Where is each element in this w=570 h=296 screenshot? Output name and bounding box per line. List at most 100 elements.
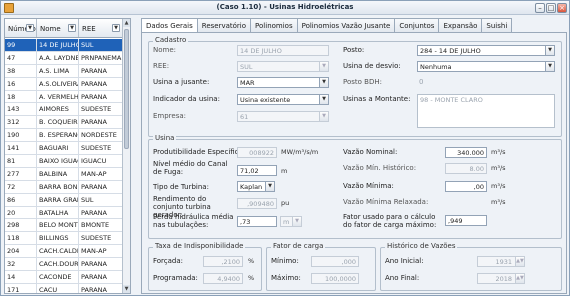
- indisponibilidade-group: Taxa de Indisponibilidade Forçada: ,2100…: [148, 242, 262, 291]
- perda-label: Perda hidráulica média nas tubulações:: [153, 213, 234, 229]
- ano-inicial-spinner[interactable]: 1931 ▲▼: [477, 256, 525, 267]
- column-header-ree[interactable]: REE ▼: [79, 19, 123, 37]
- vazao-relaxada-unit: m³/s: [491, 198, 506, 206]
- minimize-button[interactable]: –: [535, 3, 545, 13]
- sort-icon[interactable]: ▼: [26, 24, 34, 32]
- tab-polinomios-vazao-jusante[interactable]: Polinomios Vazão Jusante: [296, 18, 396, 32]
- vazao-nominal-field[interactable]: 340.000: [445, 147, 487, 158]
- scroll-down-icon[interactable]: ▼: [123, 285, 130, 293]
- table-row[interactable]: 81BAIXO IGUACUIGUACU: [5, 155, 123, 168]
- close-button[interactable]: ×: [557, 3, 567, 13]
- historico-vazoes-group: Histórico de Vazões Ano Inicial: 1931 ▲▼ …: [380, 242, 562, 291]
- table-row[interactable]: 190B. ESPERANCANORDESTE: [5, 129, 123, 143]
- cell-numero: 171: [5, 283, 37, 293]
- vazao-min-hist-field[interactable]: 8.00: [445, 163, 487, 174]
- cell-numero: 16: [5, 77, 37, 90]
- table-row[interactable]: 86BARRA GRAN...SUL: [5, 193, 123, 207]
- cell-nome: 14 DE JULHO: [39, 39, 79, 51]
- cadastro-legend: Cadastro: [153, 36, 189, 44]
- table-row[interactable]: 298 BELO MONTE BMONTE: [5, 219, 123, 233]
- montante-list[interactable]: 98 - MONTE CLARO: [417, 94, 555, 128]
- minimo-field[interactable]: ,000: [311, 256, 359, 267]
- cadastro-group: Cadastro Nome: 14 DE JULHO REE: SUL ▼ Usi…: [148, 36, 562, 137]
- forcada-field[interactable]: ,2100: [203, 256, 243, 267]
- cell-ree: NORDESTE: [79, 129, 123, 142]
- table-row[interactable]: 38 A.S. LIMA PARANA: [5, 64, 123, 78]
- table-row[interactable]: 312B. COQUEIROSPARANA: [5, 116, 123, 130]
- cell-nome: BAGUARI: [37, 142, 79, 155]
- perda-unit-select[interactable]: m ▼: [280, 216, 302, 227]
- maximo-label: Máximo:: [271, 274, 301, 282]
- sort-icon[interactable]: ▼: [68, 24, 76, 32]
- ano-final-spinner[interactable]: 2018 ▲▼: [477, 273, 525, 284]
- programada-field[interactable]: 4,9400: [203, 273, 243, 284]
- spinner-icon[interactable]: ▲▼: [515, 257, 524, 266]
- indisponibilidade-legend: Taxa de Indisponibilidade: [153, 242, 246, 250]
- column-header-numero[interactable]: Número ▼: [5, 19, 37, 37]
- cell-ree: MAN-AP: [79, 245, 123, 258]
- rendimento-field[interactable]: ,909480: [237, 198, 277, 209]
- scroll-up-icon[interactable]: ▲: [123, 19, 130, 27]
- cell-nome: BAIXO IGUACU: [39, 155, 79, 167]
- usinas-table[interactable]: Número ▼ Nome ▼ REE ▼ 99 14 DE JULHO SUL 47 A.A…: [4, 18, 131, 294]
- indicador-select[interactable]: Usina existente ▼: [237, 94, 329, 105]
- ree-select[interactable]: SUL ▼: [237, 61, 329, 72]
- nivel-canal-field[interactable]: 71,02: [237, 165, 277, 176]
- usina-group: Usina Produtibilidade Específica: 008922…: [148, 134, 562, 239]
- table-row[interactable]: 16 A.S.OLIVEIRA PARANA: [5, 77, 123, 91]
- table-row[interactable]: 118 BILLINGS SUDESTE: [5, 232, 123, 246]
- table-row[interactable]: 20 BATALHA PARANA: [5, 206, 123, 220]
- table-scrollbar[interactable]: ▲ ▼: [122, 19, 130, 293]
- maximize-button[interactable]: □: [546, 3, 556, 13]
- desvio-select[interactable]: Nenhuma ▼: [417, 61, 555, 72]
- tab-dados-gerais[interactable]: Dados Gerais: [141, 18, 198, 33]
- tab-content-dados-gerais: Cadastro Nome: 14 DE JULHO REE: SUL ▼ Usi…: [141, 32, 567, 294]
- cell-nome: BELO MONTE: [39, 219, 79, 232]
- tab-bar: Dados Gerais Reservatório Polinomios Polino…: [141, 18, 513, 33]
- maximo-field[interactable]: 100,0000: [311, 273, 359, 284]
- produtibilidade-field[interactable]: 008922: [237, 147, 277, 158]
- tab-suishi[interactable]: Suishi: [481, 18, 513, 32]
- nome-field[interactable]: 14 DE JULHO: [237, 45, 329, 56]
- cell-nome: CACU: [37, 283, 79, 293]
- perda-field[interactable]: ,73: [237, 216, 277, 227]
- forcada-label: Forçada:: [153, 257, 184, 265]
- tab-polinomios[interactable]: Polinomios: [250, 18, 298, 32]
- table-row[interactable]: 47A.A. LAYDNERPRNPANEMA: [5, 51, 123, 65]
- forcada-unit: %: [248, 257, 255, 265]
- turbina-select[interactable]: Kaplan ▼: [237, 181, 275, 192]
- table-row[interactable]: 14 CACONDE PARANA: [5, 271, 123, 284]
- table-row[interactable]: 204CACH.CALDEIRMAN-AP: [5, 245, 123, 259]
- empresa-select[interactable]: 61 ▼: [237, 111, 329, 122]
- table-row[interactable]: 277 BALBINA MAN-AP: [5, 167, 123, 181]
- spinner-icon[interactable]: ▲▼: [515, 274, 524, 283]
- nivel-canal-label: Nível médio do Canal de Fuga:: [153, 160, 228, 176]
- posto-select[interactable]: 284 - 14 DE JULHO ▼: [417, 45, 555, 56]
- chevron-down-icon: ▼: [319, 112, 328, 121]
- tab-reservatorio[interactable]: Reservatório: [196, 18, 252, 32]
- cell-numero: 277: [5, 167, 37, 180]
- title-bar: (Caso 1.10) - Usinas Hidroelétricas – □ …: [1, 1, 569, 15]
- cell-numero: 298: [5, 219, 37, 232]
- tab-conjuntos[interactable]: Conjuntos: [394, 18, 440, 32]
- table-row[interactable]: 143 AIMORES SUDESTE: [5, 103, 123, 117]
- column-header-nome[interactable]: Nome ▼: [37, 19, 79, 37]
- vazao-minima-field[interactable]: ,00: [445, 181, 487, 192]
- minimo-label: Mínimo:: [271, 257, 299, 265]
- cell-ree: MAN-AP: [79, 167, 123, 180]
- table-row[interactable]: 72BARRA BONITAPARANA: [5, 180, 123, 194]
- table-row[interactable]: 171 CACU PARANA: [5, 283, 123, 293]
- fator-carga-field[interactable]: ,949: [445, 215, 487, 226]
- table-row[interactable]: 99 14 DE JULHO SUL: [5, 39, 123, 52]
- cell-ree: PARANA: [79, 283, 123, 293]
- table-row[interactable]: 32CACH.DOURA...PARANA: [5, 258, 123, 272]
- cell-nome: CACH.CALDEIR: [37, 245, 79, 258]
- table-row[interactable]: 141 BAGUARI SUDESTE: [5, 142, 123, 156]
- jusante-select[interactable]: MAR ▼: [237, 77, 329, 88]
- sort-icon[interactable]: ▼: [112, 24, 120, 32]
- tab-expansao[interactable]: Expansão: [438, 18, 483, 32]
- programada-label: Programada:: [153, 274, 198, 282]
- usina-legend: Usina: [153, 134, 177, 142]
- table-row[interactable]: 18 A. VERMELHA PARANA: [5, 90, 123, 104]
- scroll-thumb[interactable]: [124, 29, 129, 149]
